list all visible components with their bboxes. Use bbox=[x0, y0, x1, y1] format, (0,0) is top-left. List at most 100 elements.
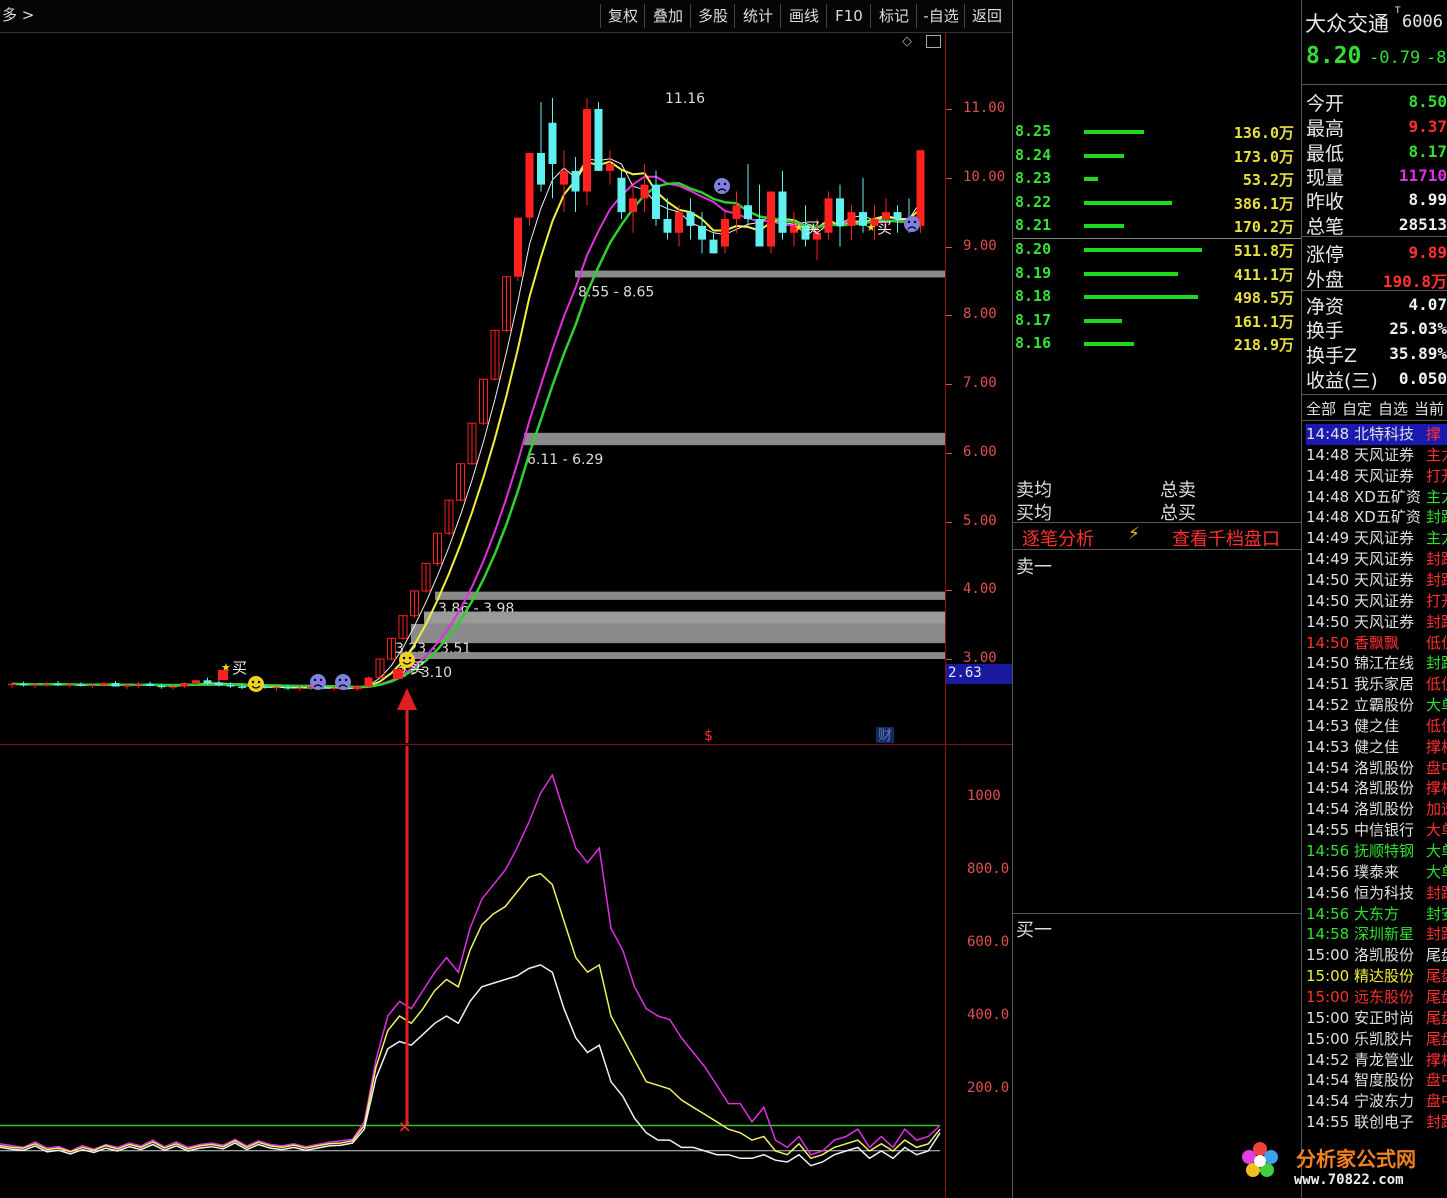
news-tab[interactable]: 当前 bbox=[1414, 398, 1444, 419]
orderbook-volume: 161.1万 bbox=[1233, 312, 1294, 331]
candle-body bbox=[778, 191, 787, 233]
toolbar-button[interactable]: 多股 bbox=[690, 4, 735, 28]
news-item[interactable]: 14:48 XD五矿资主力 bbox=[1306, 487, 1447, 508]
orderbook-volume: 498.5万 bbox=[1233, 289, 1294, 308]
news-stock: 健之佳 bbox=[1354, 737, 1400, 756]
price-axis-label: 4.00 bbox=[963, 581, 997, 598]
news-item[interactable]: 14:56 恒为科技封跌 bbox=[1306, 883, 1447, 904]
news-time: 14:55 bbox=[1306, 821, 1354, 840]
news-item[interactable]: 15:00 洛凯股份尾盘 bbox=[1306, 945, 1447, 966]
news-item[interactable]: 14:52 青龙管业撑杆 bbox=[1306, 1050, 1447, 1071]
candle-body bbox=[203, 680, 212, 684]
news-item[interactable]: 14:48 天风证券打开 bbox=[1306, 466, 1447, 487]
news-time: 14:58 bbox=[1306, 925, 1354, 944]
breadcrumb[interactable]: 多 > bbox=[2, 4, 34, 25]
news-item[interactable]: 14:52 立霸股份大单 bbox=[1306, 695, 1447, 716]
news-time: 14:54 bbox=[1306, 800, 1354, 819]
news-item[interactable]: 14:50 天风证券封跌 bbox=[1306, 612, 1447, 633]
news-item[interactable]: 14:50 天风证券打开 bbox=[1306, 591, 1447, 612]
news-stock: 联创电子 bbox=[1354, 1113, 1415, 1132]
news-item[interactable]: 14:56 大东方 封安 bbox=[1306, 904, 1447, 925]
indicator-chart[interactable]: ✕ bbox=[0, 746, 945, 1198]
thousand-book-button[interactable]: 查看千档盘口 bbox=[1172, 525, 1280, 551]
orderbook-price: 8.22 bbox=[1015, 192, 1052, 211]
news-item[interactable]: 14:50 香飘飘 低位 bbox=[1306, 633, 1447, 654]
news-item[interactable]: 14:55 中信银行大单 bbox=[1306, 820, 1447, 841]
news-item[interactable]: 14:58 深圳新星封跌 bbox=[1306, 924, 1447, 945]
candle-body bbox=[215, 683, 223, 686]
news-tab[interactable]: 自定 bbox=[1342, 398, 1372, 419]
news-item[interactable]: 15:00 乐凯胶片尾盘 bbox=[1306, 1029, 1447, 1050]
news-stock: 天风证券 bbox=[1354, 529, 1415, 548]
buy-marker: 买 bbox=[805, 219, 820, 237]
news-tab[interactable]: 自选 bbox=[1378, 398, 1408, 419]
orderbook-price: 8.21 bbox=[1015, 216, 1052, 235]
news-tag: 封跌 bbox=[1426, 883, 1447, 902]
news-stock: 天风证券 bbox=[1354, 466, 1415, 485]
news-item[interactable]: 15:00 精达股份尾盘 bbox=[1306, 966, 1447, 987]
news-item[interactable]: 14:49 天风证券封跌 bbox=[1306, 549, 1447, 570]
news-item[interactable]: 14:49 天风证券主力 bbox=[1306, 528, 1447, 549]
toolbar-button[interactable]: 画线 bbox=[780, 4, 827, 28]
news-tag: 加速 bbox=[1426, 800, 1447, 819]
news-item[interactable]: 14:48 北特科技撑 bbox=[1306, 424, 1447, 445]
news-tag: 大单 bbox=[1426, 862, 1447, 881]
news-item[interactable]: 14:56 抚顺特钢大单 bbox=[1306, 841, 1447, 862]
news-tag: 封安 bbox=[1426, 904, 1447, 923]
news-tab[interactable]: 全部 bbox=[1306, 398, 1336, 419]
toolbar-button[interactable]: 复权 bbox=[600, 4, 645, 28]
news-time: 14:51 bbox=[1306, 675, 1354, 694]
news-time: 14:54 bbox=[1306, 1092, 1354, 1111]
toolbar-button[interactable]: 标记 bbox=[870, 4, 917, 28]
news-item[interactable]: 14:48 XD五矿资封跌 bbox=[1306, 507, 1447, 528]
signal-square bbox=[218, 670, 228, 680]
news-time: 14:56 bbox=[1306, 862, 1354, 881]
news-item[interactable]: 15:00 安正时尚尾盘 bbox=[1306, 1008, 1447, 1029]
candle-body bbox=[284, 687, 292, 689]
news-item[interactable]: 14:54 洛凯股份加速 bbox=[1306, 799, 1447, 820]
news-item[interactable]: 14:50 锦江在线封跌 bbox=[1306, 653, 1447, 674]
news-item[interactable]: 14:54 智度股份盘中 bbox=[1306, 1070, 1447, 1091]
news-stock: 香飘飘 bbox=[1354, 633, 1400, 652]
news-stock: 抚顺特钢 bbox=[1354, 842, 1415, 860]
candle-body bbox=[238, 686, 246, 688]
news-stock: 天风证券 bbox=[1354, 550, 1415, 569]
toolbar-button[interactable]: 返回 bbox=[964, 4, 1009, 28]
news-item[interactable]: 14:51 我乐家居低位 bbox=[1306, 674, 1447, 695]
tick-analysis-button[interactable]: 逐笔分析 bbox=[1022, 525, 1094, 551]
toolbar-button[interactable]: 叠加 bbox=[644, 4, 691, 28]
support-zone bbox=[424, 611, 945, 624]
price-axis-label: 7.00 bbox=[963, 375, 997, 391]
news-item[interactable]: 14:53 健之佳 低位 bbox=[1306, 716, 1447, 737]
news-stock: 锦江在线 bbox=[1354, 654, 1415, 673]
candle-body bbox=[525, 153, 534, 218]
news-item[interactable]: 14:54 洛凯股份撑杆 bbox=[1306, 778, 1447, 799]
face-eye bbox=[313, 678, 317, 682]
news-item[interactable]: 14:53 健之佳 撑杆 bbox=[1306, 737, 1447, 758]
buy-one-label: 买一 bbox=[1016, 920, 1052, 941]
stock-name: 大众交通 bbox=[1305, 12, 1389, 36]
toolbar-button[interactable]: 统计 bbox=[734, 4, 781, 28]
quote-field-label: 今开 bbox=[1306, 93, 1345, 115]
toolbar-button[interactable]: -自选 bbox=[916, 4, 965, 28]
last-price: 8.20 bbox=[1306, 43, 1362, 69]
news-item[interactable]: 14:48 天风证券主力 bbox=[1306, 445, 1447, 466]
news-item[interactable]: 14:50 天风证券封跌 bbox=[1306, 570, 1447, 591]
sad-face-icon bbox=[714, 178, 730, 194]
candlestick-chart[interactable]: 8.55 - 8.656.11 - 6.293.86 - 3.983.51 - … bbox=[0, 33, 945, 743]
news-item[interactable]: 14:56 璞泰来 大单 bbox=[1306, 862, 1447, 883]
news-tag: 尾盘 bbox=[1426, 987, 1447, 1006]
news-stock: 天风证券 bbox=[1354, 612, 1415, 631]
candle-body bbox=[272, 687, 281, 689]
divider bbox=[1013, 522, 1301, 523]
news-item[interactable]: 15:00 远东股份尾盘 bbox=[1306, 987, 1447, 1008]
news-item[interactable]: 14:54 洛凯股份盘中 bbox=[1306, 758, 1447, 779]
news-item[interactable]: 14:54 宁波东力盘中 bbox=[1306, 1091, 1447, 1112]
orderbook-volume: 218.9万 bbox=[1233, 336, 1294, 355]
news-stock: 安正时尚 bbox=[1354, 1008, 1415, 1027]
candle-body bbox=[514, 217, 522, 277]
face-eye bbox=[251, 680, 255, 684]
news-tag: 打开 bbox=[1426, 466, 1447, 485]
news-item[interactable]: 14:55 联创电子封跌 bbox=[1306, 1112, 1447, 1133]
toolbar-button[interactable]: F10 bbox=[826, 4, 871, 28]
